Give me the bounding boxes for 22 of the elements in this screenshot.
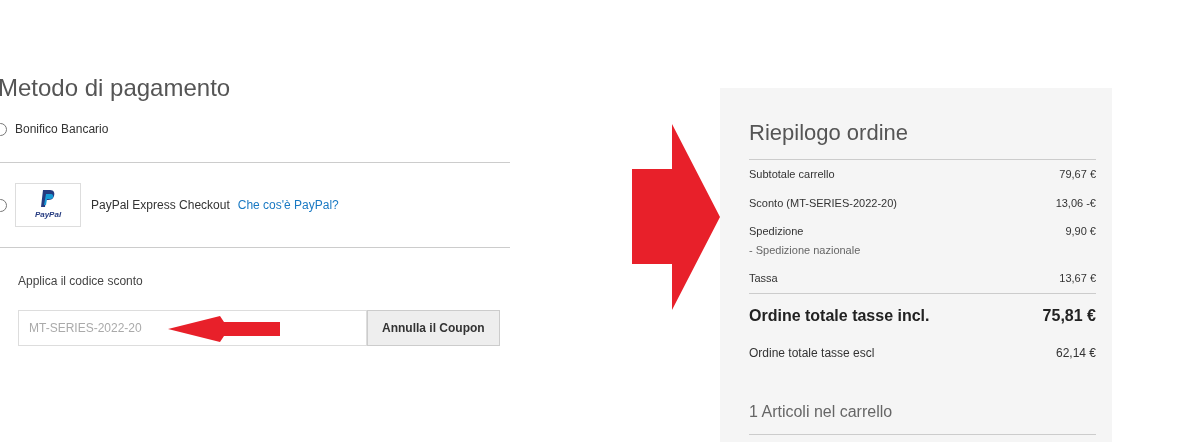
section-title: Metodo di pagamento (0, 73, 232, 103)
summary-amount: 13,06 -€ (1055, 195, 1096, 211)
summary-label: Ordine totale tasse incl. (749, 305, 930, 326)
summary-amount: 13,67 € (1059, 271, 1096, 286)
summary-title: Riepilogo ordine (749, 116, 1096, 160)
summary-amount: 62,14 € (1055, 344, 1096, 362)
info-link[interactable]: Che cos'è PayPal? (237, 196, 339, 214)
payment-option-label[interactable]: Bonifico Bancario (15, 120, 109, 138)
summary-label: Ordine totale tasse escl (749, 344, 875, 362)
paypal-logo: PayPal (15, 183, 81, 227)
summary-amount: 75,81 € (1042, 305, 1096, 326)
summary-label: Sconto (MT-SERIES-2022-20) (749, 195, 897, 211)
cancel-coupon-button[interactable]: Annulla il Coupon (367, 310, 500, 346)
summary-label: Tassa (749, 271, 778, 286)
summary-label: Spedizione (749, 224, 805, 239)
summary-label: Subtotale carrello (749, 167, 835, 182)
summary-amount: 9,90 € (1065, 224, 1096, 239)
cart-items-title: 1 Articoli nel carrello (749, 399, 1096, 435)
summary-amount: 79,67 € (1059, 167, 1096, 182)
summary-sublabel: - Spedizione nazionale (749, 242, 861, 258)
payment-option-label[interactable]: PayPal Express Checkout (91, 196, 230, 214)
field-label: Applica il codice sconto (18, 273, 144, 290)
